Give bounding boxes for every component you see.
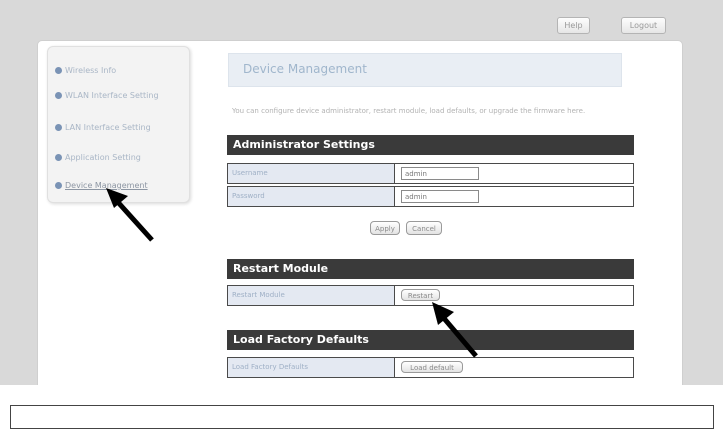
bullet-icon [55,182,62,189]
pointer-arrow-icon [432,302,478,358]
bullet-icon [55,92,62,99]
factory-row: Load Factory Defaults Load default [227,357,634,378]
logout-button[interactable]: Logout [621,17,666,34]
restart-label: Restart Module [228,286,395,305]
sidebar-item-application[interactable]: Application Setting [55,151,183,165]
caption-frame [10,405,714,429]
sidebar-item-wlan[interactable]: WLAN Interface Setting [55,89,183,103]
load-default-button[interactable]: Load default [401,361,463,373]
sidebar-item-label: WLAN Interface Setting [65,91,159,100]
pointer-arrow-icon [106,188,154,242]
bullet-icon [55,124,62,131]
help-button[interactable]: Help [557,17,590,34]
bullet-icon [55,67,62,74]
page-description: You can configure device administrator, … [232,107,586,115]
username-label: Username [228,164,395,183]
cancel-button[interactable]: Cancel [406,221,442,235]
sidebar-item-label: Wireless Info [65,66,117,75]
section-restart-title: Restart Module [227,259,634,279]
sidebar-item-wireless-info[interactable]: Wireless Info [55,64,183,78]
sidebar-item-lan[interactable]: LAN Interface Setting [55,121,183,135]
factory-label: Load Factory Defaults [228,358,395,377]
page-title-bar: Device Management [228,53,622,87]
screenshot: Help Logout Wireless Info WLAN Interface… [0,0,723,385]
username-row: Username [227,163,634,184]
bullet-icon [55,154,62,161]
sidebar-item-label: LAN Interface Setting [65,123,151,132]
sidebar-item-label: Application Setting [65,153,141,162]
password-input[interactable] [401,190,479,203]
page-title: Device Management [243,62,367,76]
apply-button[interactable]: Apply [370,221,400,235]
password-label: Password [228,187,395,206]
username-input[interactable] [401,167,479,180]
section-admin-title: Administrator Settings [227,135,634,155]
password-row: Password [227,186,634,207]
